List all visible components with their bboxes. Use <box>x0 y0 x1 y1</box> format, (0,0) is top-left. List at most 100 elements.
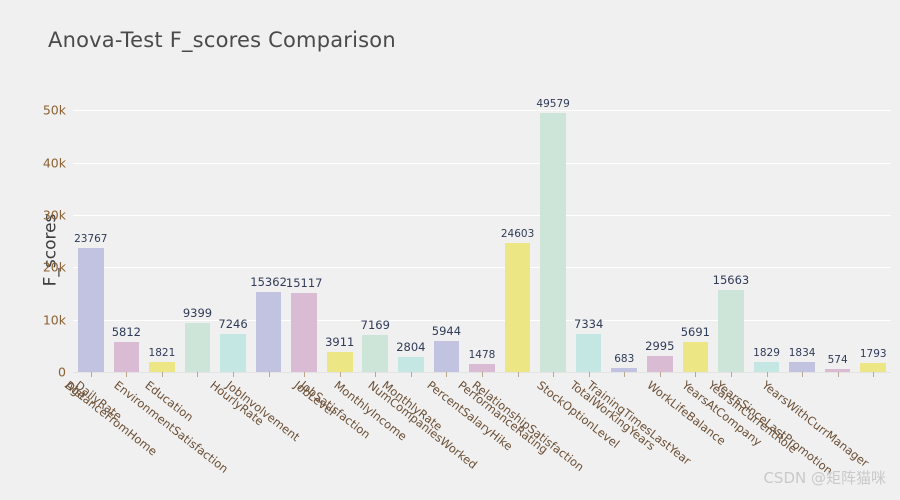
x-tick-mark <box>126 372 128 377</box>
bar[interactable] <box>326 351 353 372</box>
bar[interactable] <box>575 333 602 372</box>
bar-value-label: 15362 <box>250 274 287 289</box>
x-tick-mark <box>659 372 661 377</box>
bar-group[interactable]: 1821 <box>144 100 180 372</box>
x-tick-mark <box>517 372 519 377</box>
x-tick-mark <box>837 372 839 377</box>
bar-value-label: 2804 <box>396 340 426 355</box>
bar[interactable] <box>504 243 531 372</box>
bar-value-label: 7246 <box>218 317 248 332</box>
bar[interactable] <box>113 341 140 372</box>
x-tick-mark <box>553 372 555 377</box>
bar[interactable] <box>540 112 566 372</box>
bar-group[interactable]: 1834 <box>784 100 820 372</box>
bar[interactable] <box>291 292 317 372</box>
bar-group[interactable]: 5812 <box>109 100 145 372</box>
bar[interactable] <box>753 362 780 372</box>
bar[interactable] <box>469 364 495 372</box>
bar-group[interactable]: 7169 <box>358 100 394 372</box>
bar-group[interactable]: 2995 <box>642 100 678 372</box>
chart-figure: Anova-Test F_scores Comparison F_scores … <box>0 0 900 500</box>
bar-value-label: 49579 <box>536 97 570 110</box>
bar[interactable] <box>77 247 104 372</box>
watermark: CSDN @矩阵猫咪 <box>763 469 886 487</box>
bar-value-label: 1793 <box>859 347 887 360</box>
bar-value-label: 15117 <box>285 275 323 290</box>
bar-value-label: 23767 <box>74 232 108 245</box>
x-tick-mark <box>410 372 412 377</box>
y-tick-label: 20k <box>42 259 66 275</box>
bar-group[interactable]: 7334 <box>571 100 607 372</box>
bar-group[interactable]: 683 <box>606 100 642 372</box>
bar[interactable] <box>255 291 282 372</box>
x-tick-mark <box>695 372 697 377</box>
bar[interactable] <box>433 340 460 372</box>
bar[interactable] <box>149 362 175 372</box>
bar-group[interactable]: 49579 <box>535 97 571 372</box>
bar-value-label: 1834 <box>788 347 816 360</box>
bar[interactable] <box>682 342 709 372</box>
x-tick-mark <box>197 372 199 377</box>
bar-group[interactable]: 24603 <box>500 100 536 372</box>
x-tick-mark <box>304 372 306 377</box>
bar-group[interactable]: 15362 <box>250 100 287 372</box>
bar-value-label: 5691 <box>680 325 711 340</box>
bar-value-label: 24603 <box>500 228 535 241</box>
chart-title: Anova-Test F_scores Comparison <box>48 28 396 52</box>
bar-value-label: 574 <box>827 354 848 366</box>
bar[interactable] <box>860 362 886 372</box>
bar-group[interactable]: 5944 <box>429 100 465 372</box>
bar-group[interactable]: 15663 <box>713 100 749 372</box>
bars-layer: 23767 5812 1821 9399 7246 15362 15117 3911 7169 2… <box>73 97 891 372</box>
bar-group[interactable]: 5691 <box>678 100 714 372</box>
plot-area: 0 10k 20k 30k 40k 50k 23767 5812 1821 9399 7246 15… <box>43 97 891 380</box>
bar[interactable] <box>220 334 246 372</box>
bar-group[interactable]: 23767 <box>73 100 109 372</box>
bar-value-label: 7169 <box>360 317 390 332</box>
bar-group[interactable]: 7246 <box>215 100 251 372</box>
bar[interactable] <box>184 322 211 372</box>
x-tick-mark <box>375 372 377 377</box>
bar-value-label: 5944 <box>431 323 462 338</box>
x-tick-mark <box>588 372 590 377</box>
bar-value-label: 5812 <box>111 324 141 339</box>
bar[interactable] <box>718 290 744 372</box>
bar-value-label: 3911 <box>325 334 355 349</box>
x-tick-mark <box>161 372 163 377</box>
x-tick-mark <box>624 372 626 377</box>
bar-group[interactable]: 1793 <box>855 100 891 372</box>
bar-value-label: 7334 <box>574 316 604 331</box>
x-tick-mark <box>268 372 270 377</box>
bar-value-label: 9399 <box>182 305 213 320</box>
y-tick-label: 10k <box>42 312 66 328</box>
bar-group[interactable]: 3911 <box>322 100 358 372</box>
bar-value-label: 683 <box>614 353 635 366</box>
bar-value-label: 1478 <box>468 349 496 362</box>
bar-value-label: 2995 <box>645 339 675 354</box>
y-axis-title: F_scores <box>40 213 61 287</box>
y-tick-label: 0 <box>58 364 66 380</box>
bar-group[interactable]: 1829 <box>749 100 785 372</box>
x-tick-mark <box>730 372 732 377</box>
x-tick-mark <box>90 372 92 377</box>
x-tick-mark <box>873 372 875 377</box>
bar[interactable] <box>398 357 424 372</box>
x-tick-mark <box>766 372 768 377</box>
x-tick-mark <box>482 372 483 377</box>
bar-value-label: 1829 <box>753 347 780 360</box>
bar-group[interactable]: 2804 <box>393 100 429 372</box>
bar-group[interactable]: 15117 <box>286 100 322 372</box>
bar-group[interactable]: 9399 <box>180 100 216 372</box>
x-tick-mark <box>339 372 341 377</box>
bar-value-label: 15663 <box>712 273 750 288</box>
bar[interactable] <box>647 356 673 372</box>
bar-group[interactable]: 1478 <box>464 100 500 372</box>
x-tick-mark <box>802 372 804 377</box>
bar-group[interactable]: 574 <box>820 100 856 372</box>
bar[interactable] <box>789 362 815 372</box>
x-tick-mark <box>233 372 235 377</box>
bar-value-label: 1821 <box>148 347 176 360</box>
bar[interactable] <box>362 334 389 372</box>
y-tick-label: 30k <box>42 207 66 223</box>
x-tick-mark <box>446 372 448 377</box>
